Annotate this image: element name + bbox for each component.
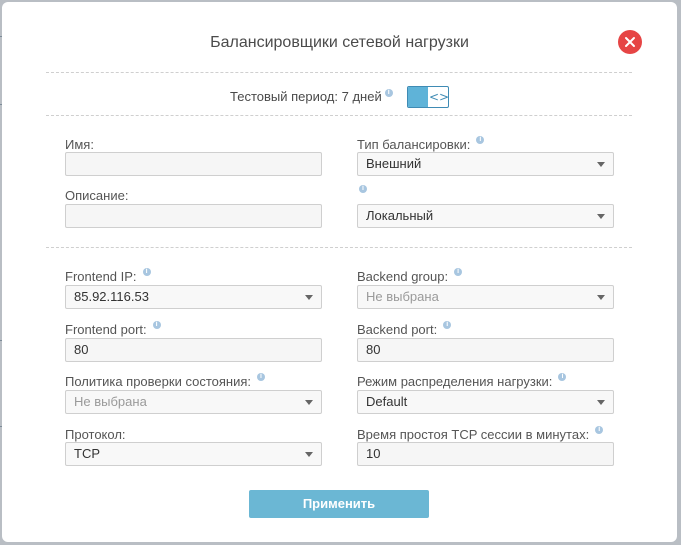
divider <box>46 115 632 116</box>
chevron-down-icon <box>305 400 313 405</box>
close-button[interactable] <box>618 30 642 54</box>
frontend-port-input[interactable]: 80 <box>65 338 322 362</box>
frontend-ip-label: Frontend IP: i <box>65 268 151 284</box>
trial-label: Тестовый период: 7 дней i <box>230 89 393 104</box>
description-input[interactable] <box>65 204 322 228</box>
trial-toggle[interactable]: <> <box>407 86 449 108</box>
chevron-down-icon <box>597 400 605 405</box>
apply-button[interactable]: Применить <box>249 490 429 518</box>
scope-select[interactable]: Локальный <box>357 204 614 228</box>
backend-group-label: Backend group: i <box>357 268 463 284</box>
info-icon[interactable]: i <box>443 321 452 329</box>
toggle-fill <box>408 87 428 107</box>
info-icon[interactable]: i <box>359 185 367 193</box>
scope-value: Локальный <box>366 208 434 223</box>
chevron-down-icon <box>305 452 313 457</box>
health-policy-select[interactable]: Не выбрана <box>65 390 322 414</box>
balancing-type-value: Внешний <box>366 156 422 171</box>
frontend-ip-label-text: Frontend IP: <box>65 269 137 284</box>
chevron-down-icon <box>305 295 313 300</box>
scope-label: i <box>357 185 367 201</box>
protocol-value: TCP <box>74 446 100 461</box>
chevron-down-icon <box>597 162 605 167</box>
chevron-down-icon <box>597 214 605 219</box>
distribution-mode-select[interactable]: Default <box>357 390 614 414</box>
backend-port-input[interactable]: 80 <box>357 338 614 362</box>
backend-group-select[interactable]: Не выбрана <box>357 285 614 309</box>
balancing-type-label-text: Тип балансировки: <box>357 137 471 152</box>
trial-row: Тестовый период: 7 дней i <> <box>2 86 677 108</box>
info-icon[interactable]: i <box>142 268 151 276</box>
trial-label-text: Тестовый период: 7 дней <box>230 89 382 104</box>
info-icon[interactable]: i <box>454 268 463 276</box>
backend-port-label: Backend port: i <box>357 321 452 337</box>
load-balancer-dialog: Балансировщики сетевой нагрузки Тестовый… <box>2 2 677 542</box>
balancing-type-label: Тип балансировки: i <box>357 136 485 152</box>
health-policy-label: Политика проверки состояния: i <box>65 373 265 389</box>
frontend-ip-value: 85.92.116.53 <box>74 289 149 304</box>
backend-port-label-text: Backend port: <box>357 322 438 337</box>
idle-timeout-label-text: Время простоя TCP сессии в минутах: <box>357 427 590 442</box>
health-policy-value: Не выбрана <box>74 394 147 409</box>
name-label: Имя: <box>65 137 94 152</box>
divider <box>46 247 632 248</box>
backend-group-label-text: Backend group: <box>357 269 449 284</box>
toggle-arrows-icon: <> <box>429 90 449 104</box>
frontend-port-label-text: Frontend port: <box>65 322 147 337</box>
distribution-mode-label-text: Режим распределения нагрузки: <box>357 374 553 389</box>
info-icon[interactable]: i <box>257 373 265 381</box>
name-input[interactable] <box>65 152 322 176</box>
divider <box>46 72 632 73</box>
idle-timeout-label: Время простоя TCP сессии в минутах: i <box>357 426 604 442</box>
backend-group-value: Не выбрана <box>366 289 439 304</box>
frontend-ip-select[interactable]: 85.92.116.53 <box>65 285 322 309</box>
distribution-mode-label: Режим распределения нагрузки: i <box>357 373 567 389</box>
info-icon[interactable]: i <box>595 426 604 434</box>
info-icon[interactable]: i <box>476 136 485 144</box>
close-icon <box>625 37 635 47</box>
frontend-port-label: Frontend port: i <box>65 321 161 337</box>
distribution-mode-value: Default <box>366 394 408 409</box>
chevron-down-icon <box>597 295 605 300</box>
info-icon[interactable]: i <box>384 89 393 97</box>
protocol-label: Протокол: <box>65 427 126 442</box>
balancing-type-select[interactable]: Внешний <box>357 152 614 176</box>
dialog-title: Балансировщики сетевой нагрузки <box>210 34 469 51</box>
health-policy-label-text: Политика проверки состояния: <box>65 374 251 389</box>
info-icon[interactable]: i <box>558 373 567 381</box>
protocol-select[interactable]: TCP <box>65 442 322 466</box>
idle-timeout-input[interactable]: 10 <box>357 442 614 466</box>
info-icon[interactable]: i <box>152 321 161 329</box>
description-label: Описание: <box>65 188 129 203</box>
